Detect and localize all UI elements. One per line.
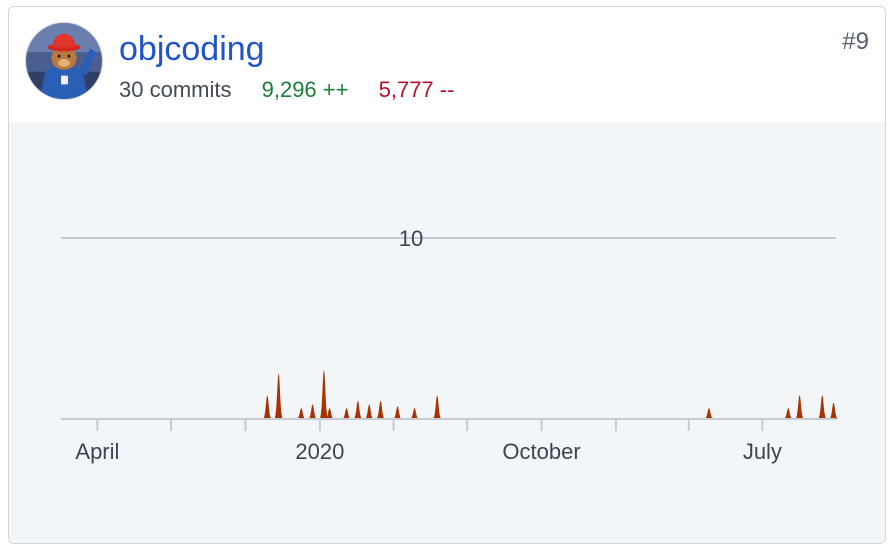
area-peak — [829, 402, 839, 419]
area-peak — [308, 404, 318, 419]
area-chart: 10 April 2020 October July — [61, 226, 839, 464]
x-tick-label: October — [502, 439, 580, 464]
area-peak — [262, 395, 272, 419]
area-peak — [353, 400, 363, 419]
area-peak — [704, 408, 714, 419]
contributor-card: objcoding 30 commits 9,296 ++ 5,777 -- #… — [8, 6, 886, 544]
deletions-count: 5,777 -- — [378, 77, 455, 102]
card-header: objcoding 30 commits 9,296 ++ 5,777 -- #… — [9, 7, 885, 123]
area-peak — [376, 400, 385, 419]
contribution-stats: 30 commits 9,296 ++ 5,777 -- — [119, 77, 454, 103]
area-peak — [817, 395, 827, 419]
area-peak — [364, 404, 374, 419]
bear-avatar-icon — [26, 23, 102, 99]
area-peak — [274, 373, 284, 419]
commit-count[interactable]: 30 commits — [119, 77, 231, 102]
area-peak — [393, 406, 402, 419]
x-tick-label: April — [75, 439, 119, 464]
x-tick-label: 2020 — [295, 439, 344, 464]
area-peak — [319, 370, 329, 419]
additions-count: 9,296 ++ — [261, 77, 349, 102]
y-tick-label: 10 — [399, 226, 423, 251]
rank-badge: #9 — [842, 28, 869, 55]
area-peak — [795, 395, 805, 419]
area-peak — [296, 408, 306, 419]
area-peak — [432, 395, 442, 419]
area-peak — [783, 408, 793, 419]
avatar[interactable] — [25, 22, 103, 100]
area-peak — [410, 408, 419, 419]
commit-activity-chart: 10 April 2020 October July — [9, 122, 885, 543]
username-link[interactable]: objcoding — [119, 29, 265, 69]
x-tick-label: July — [743, 439, 782, 464]
area-peak — [342, 408, 352, 419]
